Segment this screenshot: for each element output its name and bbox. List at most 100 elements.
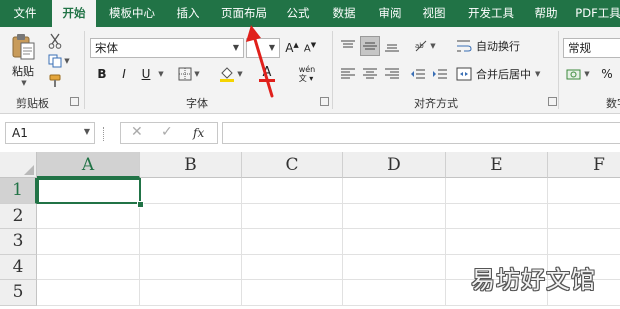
chevron-down-icon[interactable]: ▼ — [84, 127, 90, 136]
orientation-button[interactable]: ab ▼ — [410, 36, 440, 56]
tab-view[interactable]: 视图 — [414, 0, 454, 27]
cell-a5[interactable] — [37, 280, 140, 306]
underline-button[interactable]: U — [136, 64, 156, 84]
select-all-button[interactable] — [0, 152, 37, 178]
cell-d5[interactable] — [343, 280, 446, 306]
row-header-5[interactable]: 5 — [0, 280, 37, 306]
alignment-group-label: 对齐方式 — [414, 97, 458, 110]
cell-b1[interactable] — [140, 178, 242, 204]
decrease-font-size-button[interactable]: A▼ — [302, 38, 318, 58]
column-header-e[interactable]: E — [446, 152, 548, 178]
paste-button[interactable]: 粘贴 ▼ — [6, 31, 40, 89]
tab-pdf-tools[interactable]: PDF工具 — [570, 0, 620, 27]
chevron-down-icon[interactable]: ▼ — [265, 39, 279, 57]
tab-home[interactable]: 开始 — [52, 0, 96, 27]
wrap-text-label: 自动换行 — [476, 40, 520, 53]
column-header-b[interactable]: B — [140, 152, 242, 178]
cell-c5[interactable] — [242, 280, 343, 306]
align-right-button[interactable] — [382, 64, 402, 84]
bold-button[interactable]: B — [92, 64, 112, 84]
align-top-button[interactable] — [338, 36, 358, 56]
cancel-icon[interactable]: ✕ — [131, 124, 143, 140]
tab-file[interactable]: 文件 — [4, 0, 46, 27]
cell-e1[interactable] — [446, 178, 548, 204]
cell-f3[interactable] — [548, 229, 620, 255]
decrease-indent-button[interactable] — [408, 64, 428, 84]
alignment-dialog-launcher-icon[interactable] — [548, 97, 557, 106]
cell-a4[interactable] — [37, 254, 140, 280]
cell-f1[interactable] — [548, 178, 620, 204]
cell-d3[interactable] — [343, 229, 446, 255]
format-painter-button[interactable] — [44, 71, 66, 91]
cell-b5[interactable] — [140, 280, 242, 306]
number-format-combo[interactable]: 常规 — [563, 38, 620, 58]
font-size-combo[interactable]: ▼ — [246, 38, 280, 58]
tab-developer[interactable]: 开发工具 — [460, 0, 522, 27]
cell-b3[interactable] — [140, 229, 242, 255]
splitter-handle[interactable] — [103, 127, 107, 141]
align-bottom-button[interactable] — [382, 36, 402, 56]
tab-page-layout[interactable]: 页面布局 — [214, 0, 274, 27]
tab-review[interactable]: 审阅 — [370, 0, 410, 27]
cell-e3[interactable] — [446, 229, 548, 255]
row-header-3[interactable]: 3 — [0, 229, 37, 255]
merge-cells-icon — [456, 67, 472, 81]
group-divider — [332, 31, 333, 109]
cell-b2[interactable] — [140, 203, 242, 229]
selected-cell-a1[interactable] — [37, 178, 141, 204]
copy-button[interactable]: ▼ — [44, 51, 74, 71]
borders-button[interactable]: ▼ — [174, 64, 204, 84]
formula-button-group: ✕ ✓ fx — [120, 122, 218, 144]
formula-input[interactable] — [222, 122, 620, 144]
align-center-button[interactable] — [360, 64, 380, 84]
underline-dropdown[interactable]: ▼ — [154, 64, 166, 84]
cell-c3[interactable] — [242, 229, 343, 255]
tab-template-center[interactable]: 模板中心 — [100, 0, 164, 27]
cell-d4[interactable] — [343, 254, 446, 280]
cell-d2[interactable] — [343, 203, 446, 229]
percent-style-button[interactable]: % — [598, 64, 616, 84]
increase-indent-button[interactable] — [430, 64, 450, 84]
column-header-f[interactable]: F — [548, 152, 620, 178]
column-header-c[interactable]: C — [242, 152, 343, 178]
cell-c4[interactable] — [242, 254, 343, 280]
tab-formulas[interactable]: 公式 — [278, 0, 318, 27]
font-dialog-launcher-icon[interactable] — [320, 97, 329, 106]
font-name-combo[interactable]: 宋体 ▼ — [90, 38, 244, 58]
fill-bucket-icon — [220, 67, 235, 82]
wrap-text-button[interactable]: 自动换行 — [456, 36, 522, 56]
tab-insert[interactable]: 插入 — [166, 0, 210, 27]
increase-font-size-button[interactable]: A▲ — [284, 38, 300, 58]
cell-c2[interactable] — [242, 203, 343, 229]
column-header-a[interactable]: A — [37, 152, 140, 178]
font-color-button[interactable]: A — [252, 62, 282, 86]
align-left-button[interactable] — [338, 64, 358, 84]
chevron-down-icon[interactable]: ▼ — [229, 39, 243, 57]
align-middle-button[interactable] — [360, 36, 380, 56]
tab-data[interactable]: 数据 — [324, 0, 364, 27]
name-box[interactable]: A1 ▼ — [5, 122, 95, 144]
fill-handle[interactable] — [137, 201, 144, 208]
tab-help[interactable]: 帮助 — [526, 0, 566, 27]
decrease-font-icon: A▼ — [303, 41, 317, 55]
insert-function-button[interactable]: fx — [193, 126, 204, 140]
cell-a3[interactable] — [37, 229, 140, 255]
cell-d1[interactable] — [343, 178, 446, 204]
cell-b4[interactable] — [140, 254, 242, 280]
row-header-4[interactable]: 4 — [0, 254, 37, 280]
italic-button[interactable]: I — [114, 64, 134, 84]
fill-color-button[interactable]: ▼ — [216, 62, 246, 86]
cut-button[interactable] — [44, 31, 66, 51]
cell-a2[interactable] — [37, 203, 140, 229]
cell-c1[interactable] — [242, 178, 343, 204]
row-header-1[interactable]: 1 — [0, 178, 37, 204]
accounting-format-button[interactable]: ▼ — [563, 64, 593, 84]
row-header-2[interactable]: 2 — [0, 203, 37, 229]
merge-center-button[interactable]: 合并后居中 ▼ — [456, 64, 548, 84]
cell-f2[interactable] — [548, 204, 620, 229]
enter-check-icon[interactable]: ✓ — [161, 124, 173, 140]
clipboard-dialog-launcher-icon[interactable] — [70, 97, 79, 106]
cell-e2[interactable] — [446, 203, 548, 229]
column-header-d[interactable]: D — [343, 152, 446, 178]
phonetic-guide-button[interactable]: wén 文 ▾ — [292, 62, 322, 86]
